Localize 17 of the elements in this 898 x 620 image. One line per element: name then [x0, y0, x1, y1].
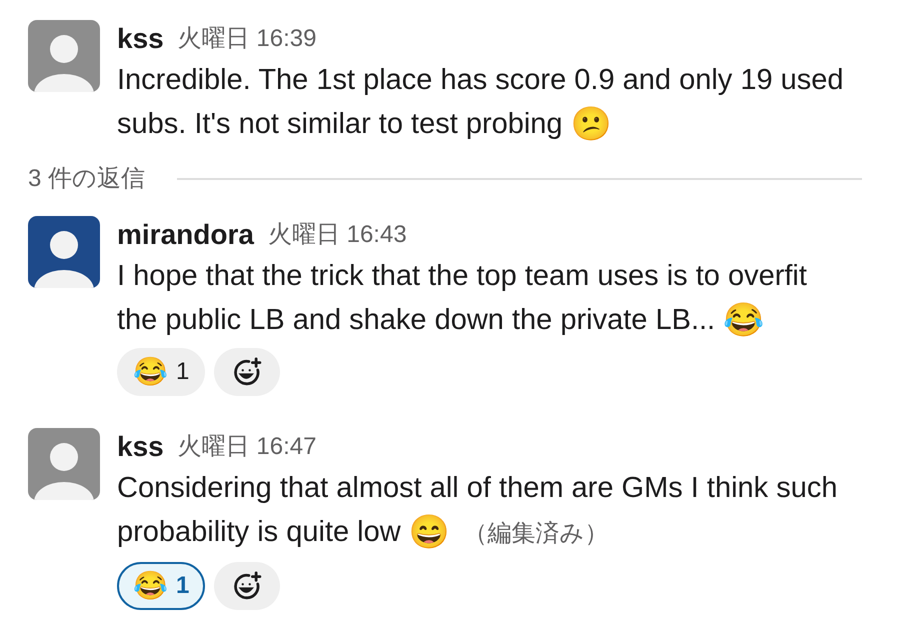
reaction-button[interactable]: 😂 1: [117, 562, 206, 610]
reply-count-label: 3 件の返信: [28, 164, 146, 194]
author-name[interactable]: kss: [117, 25, 164, 53]
author-name[interactable]: mirandora: [117, 221, 254, 249]
timestamp[interactable]: 火曜日 16:39: [178, 27, 316, 51]
message-text: I hope that the trick that the top team uses is to overfit the public LB and shake down the private LB... 😂: [117, 259, 808, 340]
add-reaction-button[interactable]: [214, 562, 280, 610]
message-text: Incredible. The 1st place has score 0.9 and only 19 used subs. It's not similar to test probing 😕: [117, 63, 845, 144]
smiley-plus-icon: [232, 571, 262, 601]
timestamp[interactable]: 火曜日 16:43: [268, 223, 407, 247]
edited-label: （編集済み）: [464, 520, 609, 547]
reaction-button[interactable]: 😂 1: [117, 348, 206, 396]
add-reaction-button[interactable]: [214, 348, 280, 396]
timestamp[interactable]: 火曜日 16:47: [178, 435, 316, 459]
author-name[interactable]: kss: [117, 433, 164, 461]
message-text: Considering that almost all of them are GMs I think such probability is quite low 😄 （編集済み）: [117, 471, 838, 552]
smiley-plus-icon: [232, 357, 262, 387]
